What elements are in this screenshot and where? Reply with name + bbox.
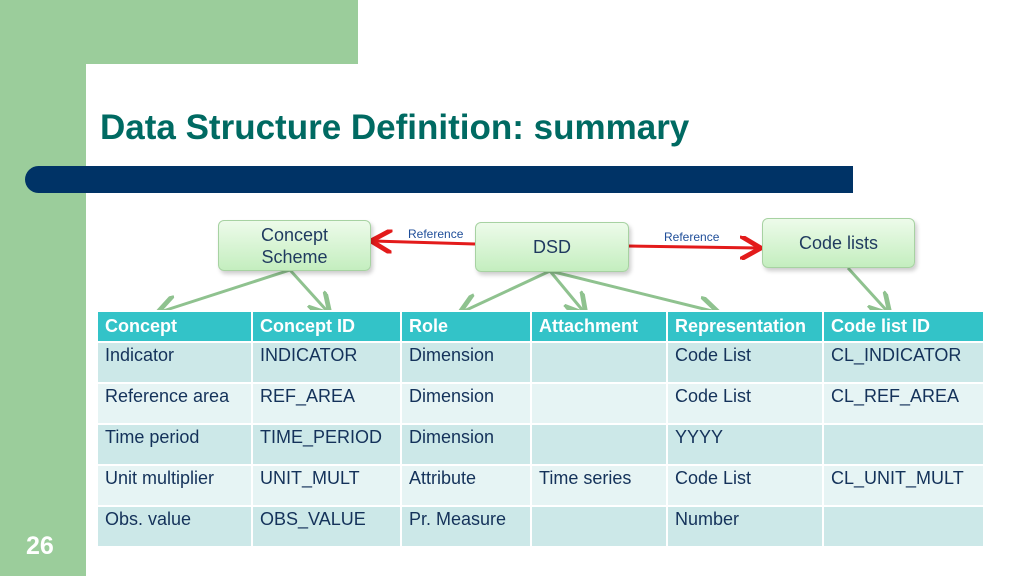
concept-scheme-label-line2: Scheme [261,246,328,267]
table-row: Reference area REF_AREA Dimension Code L… [96,382,985,425]
table-cell: INDICATOR [251,341,402,384]
table-cell: YYYY [666,423,824,466]
table-row: Unit multiplier UNIT_MULT Attribute Time… [96,464,985,507]
table-cell: Pr. Measure [400,505,532,548]
table-cell: UNIT_MULT [251,464,402,507]
table-cell: Obs. value [96,505,253,548]
page-number: 26 [26,532,54,560]
table-cell: TIME_PERIOD [251,423,402,466]
table-cell [822,423,985,466]
table-cell: Code List [666,464,824,507]
table-cell: Time period [96,423,253,466]
table-cell [530,341,668,384]
mapping-arrow-code-list-id [846,266,888,312]
table-cell: Time series [530,464,668,507]
column-header-concept: Concept [96,310,253,343]
column-header-concept-id: Concept ID [251,310,402,343]
dsd-summary-table: Concept Concept ID Role Attachment Repre… [96,310,985,548]
table-cell: Reference area [96,382,253,425]
dsd-label: DSD [532,237,571,257]
table-cell: CL_INDICATOR [822,341,985,384]
table-row: Time period TIME_PERIOD Dimension YYYY [96,423,985,466]
table-cell: CL_REF_AREA [822,382,985,425]
table-row: Obs. value OBS_VALUE Pr. Measure Number [96,505,985,548]
table-header-row: Concept Concept ID Role Attachment Repre… [96,310,985,343]
column-header-role: Role [400,310,532,343]
table-cell: Dimension [400,341,532,384]
table-cell: Number [666,505,824,548]
column-header-representation: Representation [666,310,824,343]
table-cell: Dimension [400,382,532,425]
reference-arrow-to-concept-scheme [374,241,476,244]
table-cell: Code List [666,382,824,425]
table-cell: CL_UNIT_MULT [822,464,985,507]
mapping-arrow-role [462,269,551,312]
table-cell [530,423,668,466]
code-lists-box: Code lists [762,218,915,268]
table-cell [530,505,668,548]
mapping-arrow-concept [160,268,291,312]
table-cell: Code List [666,341,824,384]
concept-scheme-box: Concept Scheme [218,220,371,271]
table-cell: Unit multiplier [96,464,253,507]
concept-scheme-label-line1: Concept [260,224,329,245]
mapping-arrow-concept-id [288,268,328,312]
reference-label-left: Reference [408,227,464,241]
table-cell: OBS_VALUE [251,505,402,548]
code-lists-label: Code lists [798,233,879,253]
table-cell [530,382,668,425]
table-row: Indicator INDICATOR Dimension Code List … [96,341,985,384]
table-cell [822,505,985,548]
mapping-arrow-representation [549,269,716,312]
column-header-code-list-id: Code list ID [822,310,985,343]
table-cell: Dimension [400,423,532,466]
dsd-box: DSD [475,222,629,272]
column-header-attachment: Attachment [530,310,668,343]
table-cell: Indicator [96,341,253,384]
reference-label-right: Reference [664,230,720,244]
reference-arrow-to-code-lists [626,246,758,248]
table-cell: Attribute [400,464,532,507]
table-cell: REF_AREA [251,382,402,425]
